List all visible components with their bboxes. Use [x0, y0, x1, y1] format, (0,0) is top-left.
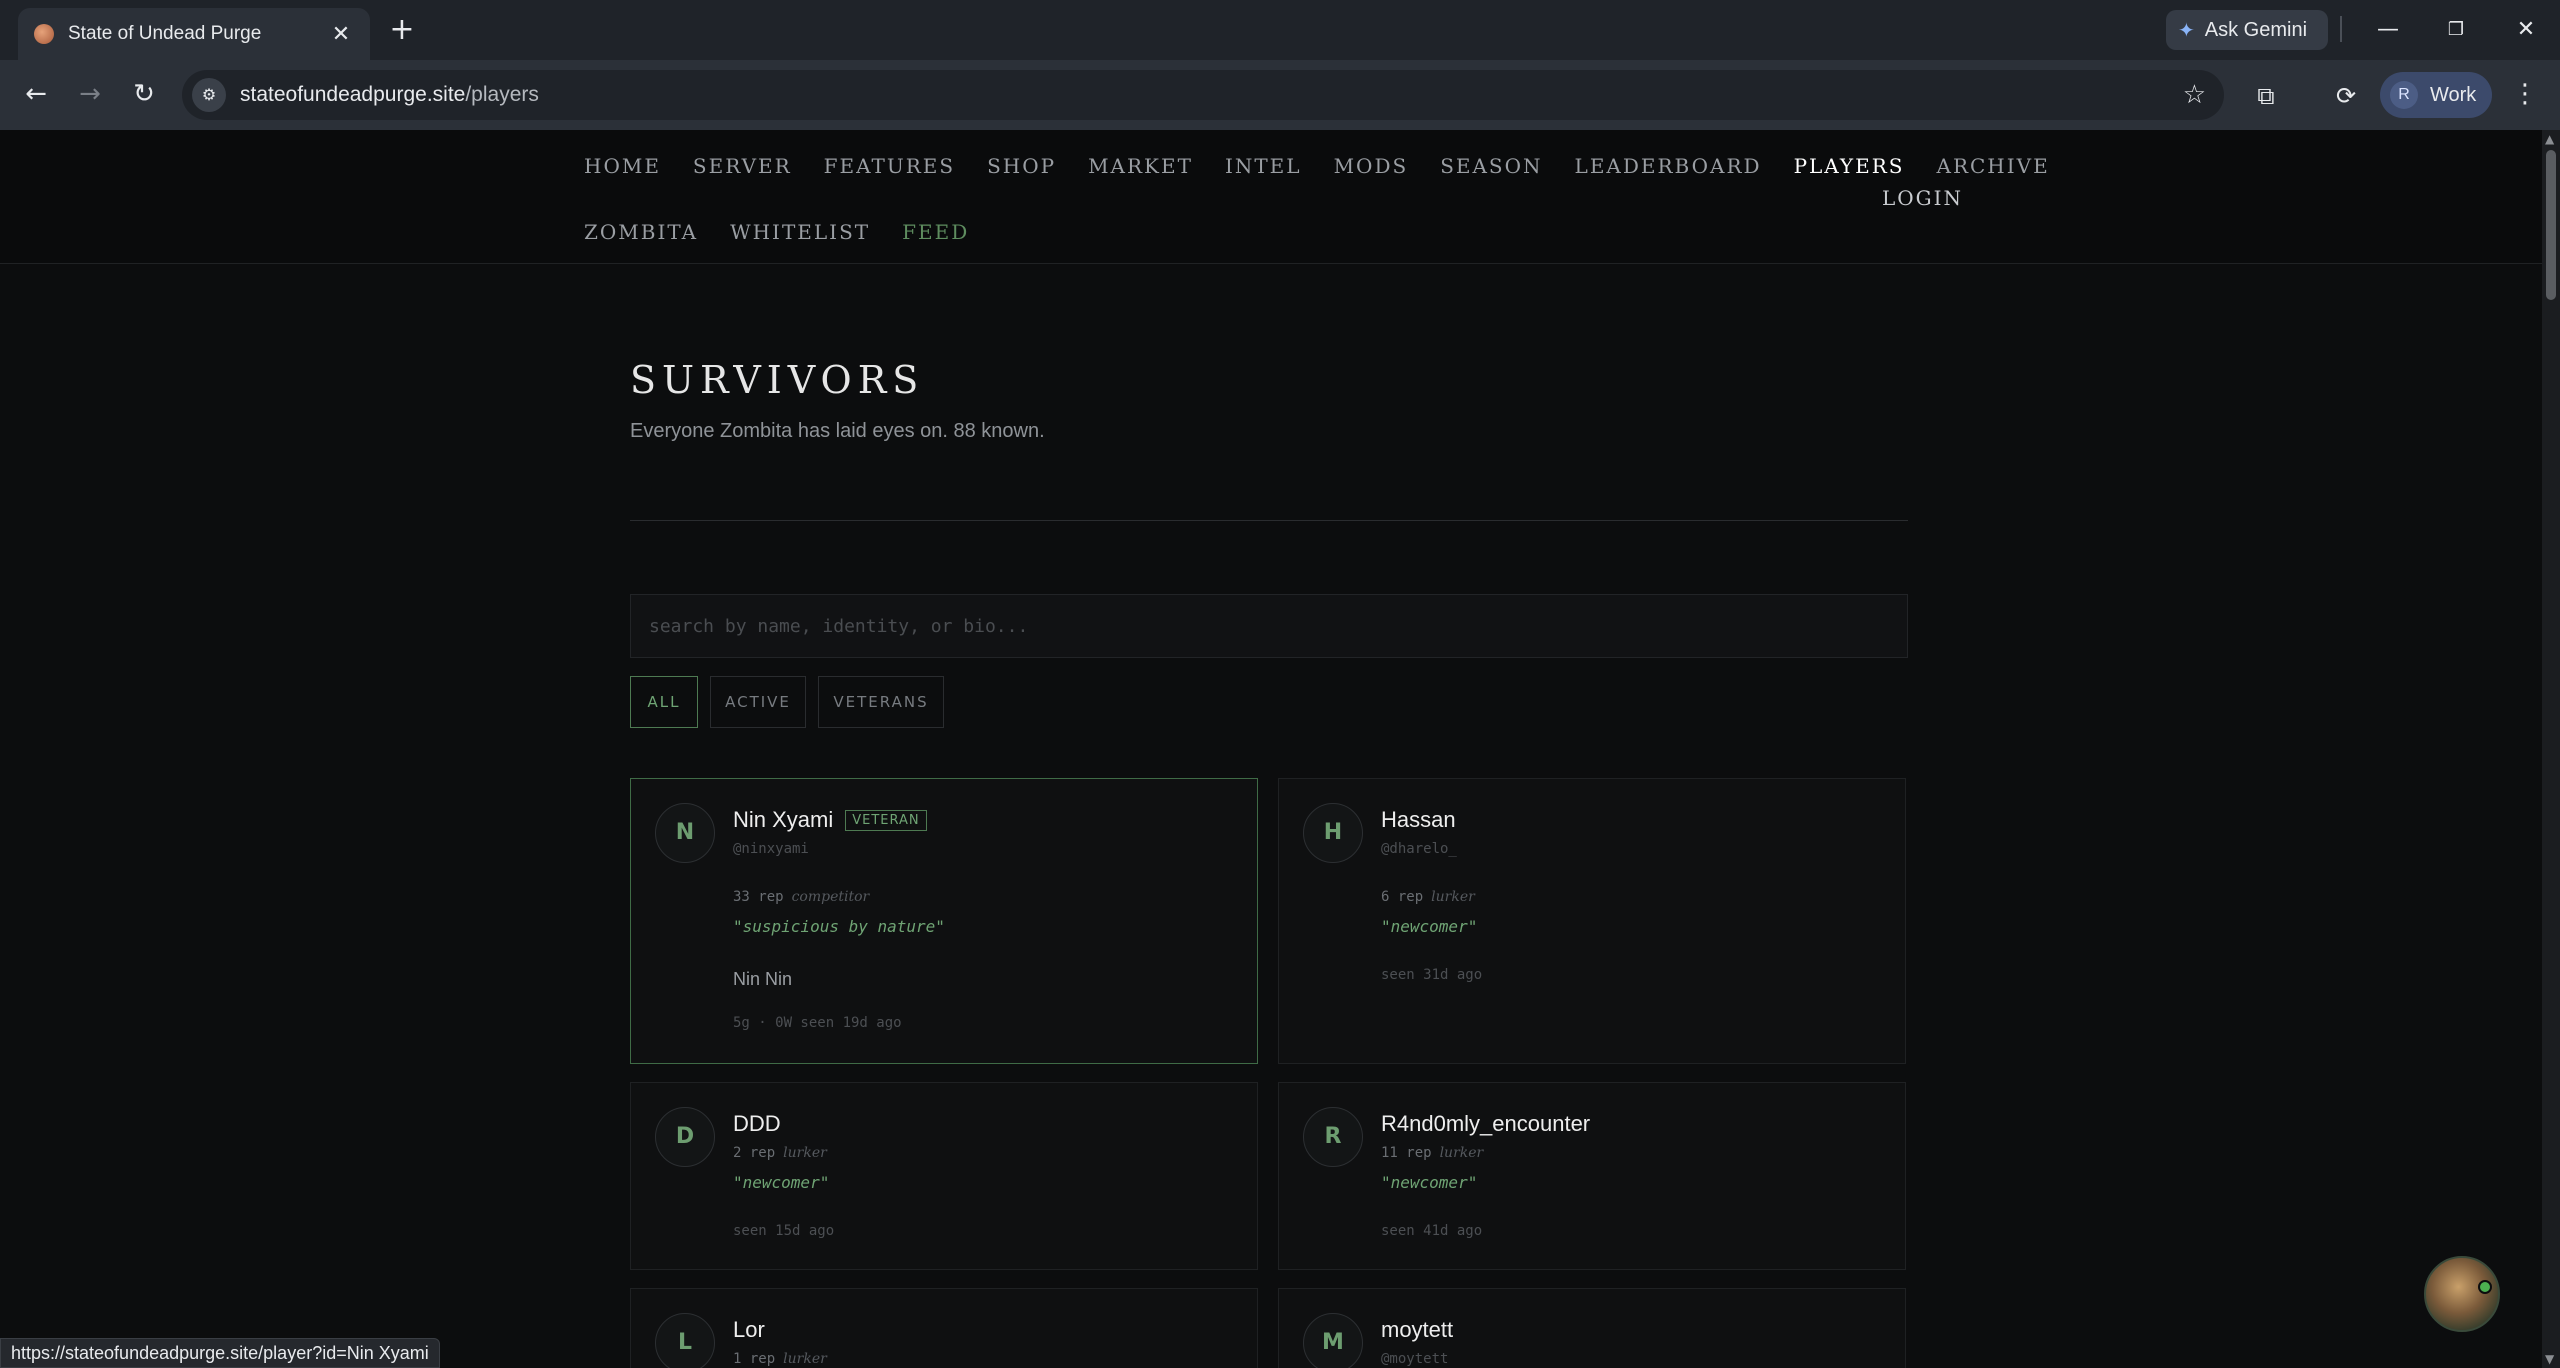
nav-home[interactable]: HOME	[584, 154, 661, 178]
player-name: Hassan	[1381, 807, 1456, 832]
player-avatar: N	[655, 803, 715, 863]
tab-title: State of Undead Purge	[68, 23, 262, 44]
nav-server[interactable]: SERVER	[693, 154, 792, 178]
player-handle: @ninxyami	[733, 841, 809, 857]
extensions-icon[interactable]: ⟳	[2328, 78, 2364, 114]
login-link[interactable]: LOGIN	[1882, 186, 1963, 210]
back-icon[interactable]: ←	[16, 74, 56, 114]
profile-name: Work	[2430, 83, 2477, 106]
player-rep: 6 rep lurker	[1381, 889, 1475, 905]
online-status-icon	[2478, 1280, 2492, 1294]
close-window-icon[interactable]: ✕	[2506, 12, 2546, 48]
tab-search-icon[interactable]: ⧉	[2248, 78, 2284, 114]
nav-whitelist[interactable]: WHITELIST	[730, 220, 870, 244]
player-card[interactable]: D DDD 2 rep lurker "newcomer" seen 15d ag…	[630, 1082, 1258, 1270]
ask-gemini-label: Ask Gemini	[2204, 18, 2308, 41]
player-rep: 11 rep lurker	[1381, 1145, 1484, 1161]
search-input[interactable]	[630, 594, 1908, 658]
player-meta: seen 15d ago	[733, 1223, 835, 1239]
player-meta: 5g · 0W seen 19d ago	[733, 1015, 902, 1031]
player-meta: seen 31d ago	[1381, 967, 1483, 983]
nav-mods[interactable]: MODS	[1334, 154, 1409, 178]
divider	[630, 520, 1908, 521]
player-quote: "newcomer"	[733, 1173, 830, 1192]
bookmark-star-icon[interactable]: ☆	[2183, 80, 2206, 110]
site-favicon-icon	[34, 24, 54, 44]
player-name: DDD	[733, 1111, 781, 1136]
nav-features[interactable]: FEATURES	[824, 154, 955, 178]
player-avatar: M	[1303, 1313, 1363, 1368]
browser-menu-icon[interactable]: ⋮	[2510, 74, 2540, 114]
player-name: R4nd0mly_encounter	[1381, 1111, 1591, 1136]
new-tab-button[interactable]: +	[384, 12, 420, 48]
player-card[interactable]: N Nin Xyami VETERAN @ninxyami 33 rep compe…	[630, 778, 1258, 1064]
player-meta: seen 41d ago	[1381, 1223, 1483, 1239]
page-title: SURVIVORS	[630, 358, 925, 402]
player-name: Nin Xyami VETERAN	[733, 807, 927, 833]
filter-all[interactable]: ALL	[630, 676, 698, 728]
close-tab-icon[interactable]: ✕	[328, 22, 354, 47]
filter-veterans[interactable]: VETERANS	[818, 676, 944, 728]
gemini-sparkle-icon: ✦	[2178, 19, 2195, 42]
player-name: Lor	[733, 1317, 765, 1342]
nav-leaderboard[interactable]: LEADERBOARD	[1575, 154, 1762, 178]
restore-icon[interactable]: ❐	[2436, 12, 2476, 48]
url-text: stateofundeadpurge.site/players	[240, 83, 539, 106]
nav-row-secondary: ZOMBITA WHITELIST FEED	[584, 220, 1001, 244]
address-bar[interactable]: ⚙ stateofundeadpurge.site/players ☆	[182, 70, 2224, 120]
nav-feed[interactable]: FEED	[902, 220, 969, 244]
nav-season[interactable]: SEASON	[1440, 154, 1542, 178]
player-rep: 2 rep lurker	[733, 1145, 827, 1161]
ask-gemini-button[interactable]: ✦ Ask Gemini	[2166, 10, 2328, 50]
nav-row-primary: HOME SERVER FEATURES SHOP MARKET INTEL M…	[584, 154, 2082, 178]
player-quote: "newcomer"	[1381, 917, 1478, 936]
player-handle: @moytett	[1381, 1351, 1449, 1367]
nav-intel[interactable]: INTEL	[1225, 154, 1302, 178]
zombita-chat-avatar[interactable]	[2424, 1256, 2500, 1332]
nav-players[interactable]: PLAYERS	[1794, 154, 1905, 178]
toolbar-divider	[2340, 16, 2342, 42]
filter-active[interactable]: ACTIVE	[710, 676, 806, 728]
player-rep: 33 rep competitor	[733, 889, 870, 905]
site-info-icon[interactable]: ⚙	[192, 78, 226, 112]
forward-icon[interactable]: →	[70, 74, 110, 114]
scroll-up-icon[interactable]: ▲	[2545, 132, 2554, 146]
player-quote: "newcomer"	[1381, 1173, 1478, 1192]
nav-archive[interactable]: ARCHIVE	[1937, 154, 2050, 178]
browser-tab[interactable]: State of Undead Purge ✕	[18, 8, 370, 60]
player-rep: 1 rep lurker	[733, 1351, 827, 1367]
site-navigation: HOME SERVER FEATURES SHOP MARKET INTEL M…	[0, 130, 2542, 264]
scrollbar-thumb[interactable]	[2546, 150, 2556, 300]
page-subtitle: Everyone Zombita has laid eyes on. 88 kn…	[630, 420, 1045, 442]
link-status-bar: https://stateofundeadpurge.site/player?i…	[0, 1338, 440, 1368]
player-avatar: H	[1303, 803, 1363, 863]
player-avatar: D	[655, 1107, 715, 1167]
player-card[interactable]: L Lor 1 rep lurker	[630, 1288, 1258, 1368]
player-card[interactable]: H Hassan @dharelo_ 6 rep lurker "newcomer…	[1278, 778, 1906, 1064]
player-card[interactable]: R R4nd0mly_encounter 11 rep lurker "newco…	[1278, 1082, 1906, 1270]
nav-zombita[interactable]: ZOMBITA	[584, 220, 698, 244]
scroll-down-icon[interactable]: ▼	[2545, 1352, 2554, 1366]
player-card[interactable]: M moytett @moytett	[1278, 1288, 1906, 1368]
player-bio: Nin Nin	[733, 969, 793, 989]
nav-shop[interactable]: SHOP	[987, 154, 1056, 178]
player-avatar: L	[655, 1313, 715, 1368]
veteran-badge: VETERAN	[845, 810, 927, 831]
player-handle: @dharelo_	[1381, 841, 1457, 857]
minimize-icon[interactable]: —	[2368, 12, 2408, 48]
nav-market[interactable]: MARKET	[1088, 154, 1193, 178]
profile-avatar: R	[2390, 81, 2418, 109]
page-scrollbar[interactable]: ▲ ▼	[2542, 130, 2560, 1368]
player-quote: "suspicious by nature"	[733, 917, 945, 936]
profile-button[interactable]: R Work	[2380, 72, 2492, 118]
reload-icon[interactable]: ↻	[124, 74, 164, 114]
player-avatar: R	[1303, 1107, 1363, 1167]
player-name: moytett	[1381, 1317, 1454, 1342]
page-viewport: HOME SERVER FEATURES SHOP MARKET INTEL M…	[0, 130, 2542, 1368]
